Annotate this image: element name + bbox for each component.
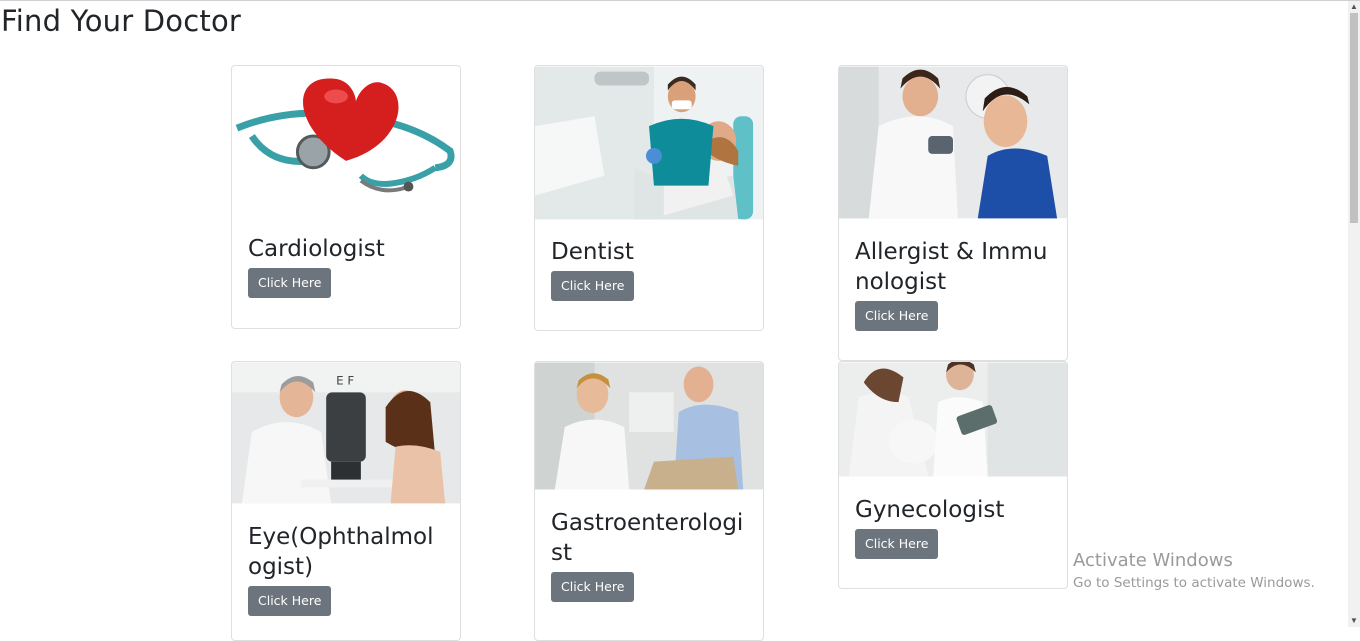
- card-title: Eye(Ophthalmologist): [248, 524, 434, 580]
- pregnant-patient-image: [839, 362, 1067, 477]
- card-cardiologist: Cardiologist Click Here: [231, 65, 461, 329]
- card-allergist-immunologist: Allergist & Immunologist Click Here: [838, 65, 1068, 361]
- activate-windows-subtitle: Go to Settings to activate Windows.: [1073, 575, 1315, 591]
- scrollbar-thumb[interactable]: [1350, 13, 1358, 223]
- card-title: Gastroenterologist: [551, 510, 744, 566]
- svg-text:E F: E F: [336, 373, 354, 387]
- card-title: Cardiologist: [248, 236, 385, 262]
- eye-exam-image: E F: [232, 362, 460, 504]
- page-title: Find Your Doctor: [1, 4, 242, 38]
- card-gastroenterologist: Gastroenterologist Click Here: [534, 361, 764, 641]
- gastroenterologist-click-button[interactable]: Click Here: [551, 572, 635, 602]
- activate-windows-title: Activate Windows: [1073, 550, 1233, 571]
- card-title: Dentist: [551, 239, 634, 265]
- card-dentist: Dentist Click Here: [534, 65, 764, 331]
- card-title: Gynecologist: [855, 497, 1005, 523]
- card-ophthalmologist: E F Eye(Ophthalmologist) Click Here: [231, 361, 461, 641]
- card-title: Allergist & Immunologist: [855, 239, 1048, 295]
- dentist-click-button[interactable]: Click Here: [551, 271, 635, 301]
- vertical-scrollbar[interactable]: ▲ ▼: [1348, 1, 1360, 627]
- scroll-up-icon[interactable]: ▲: [1348, 1, 1360, 13]
- gynecologist-click-button[interactable]: Click Here: [855, 529, 939, 559]
- dentist-patient-image: [535, 66, 763, 220]
- heart-stethoscope-image: [232, 66, 460, 216]
- gastro-consult-image: [535, 362, 763, 490]
- allergist-click-button[interactable]: Click Here: [855, 301, 939, 331]
- doctor-child-image: [839, 66, 1067, 219]
- scroll-down-icon[interactable]: ▼: [1348, 615, 1360, 627]
- card-gynecologist: Gynecologist Click Here: [838, 361, 1068, 589]
- ophthalmologist-click-button[interactable]: Click Here: [248, 586, 332, 616]
- cardiologist-click-button[interactable]: Click Here: [248, 268, 332, 298]
